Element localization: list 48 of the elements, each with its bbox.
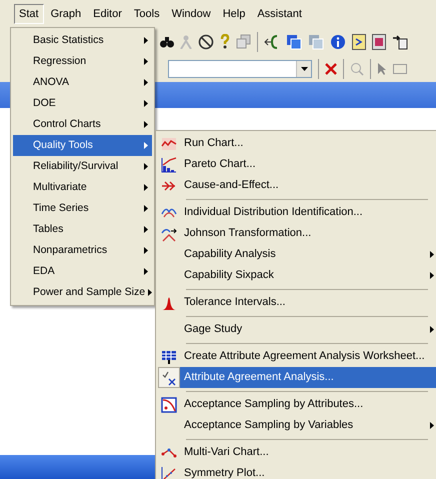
menu-item[interactable]: Multi-Vari Chart... (180, 442, 436, 463)
menu-item[interactable]: Acceptance Sampling by Variables (180, 415, 436, 436)
menu-item[interactable]: Reliability/Survival (13, 156, 152, 177)
menu-item-label: Tables (33, 222, 64, 237)
menu-item-label: Multivariate (33, 180, 87, 195)
menu-item[interactable]: Acceptance Sampling by Attributes... (180, 394, 436, 415)
menu-item-label: Control Charts (33, 116, 101, 132)
menu-item[interactable]: Capability Analysis (180, 244, 436, 265)
menu-item-label: Regression (33, 54, 86, 69)
menu-bar-item[interactable]: Tools (128, 4, 165, 24)
menu-item-label: Power and Sample Size (33, 284, 146, 300)
menu-item[interactable]: ANOVA (13, 72, 152, 93)
menu-bar-item[interactable]: Assistant (252, 4, 307, 24)
menu-item[interactable]: Quality Tools (13, 135, 152, 156)
menu-item[interactable]: Cause-and-Effect... (180, 175, 436, 196)
menu-bar-item[interactable]: Editor (88, 4, 127, 24)
menu-item[interactable]: Johnson Transformation... (180, 223, 436, 244)
menu-bar-item[interactable]: Window (166, 4, 216, 24)
menu-item[interactable]: Individual Distribution Identification... (180, 202, 436, 223)
menu-item-label: Reliability/Survival (33, 158, 118, 174)
menu-item[interactable]: Multivariate (13, 177, 152, 198)
menu-item[interactable]: Attribute Agreement Analysis... (180, 367, 436, 388)
menu-item-label: ANOVA (33, 74, 69, 90)
menu-item[interactable]: Create Attribute Agreement Analysis Worksheet... (180, 346, 436, 367)
menu-item[interactable]: EDA (13, 261, 152, 282)
menu-item[interactable]: Symmetry Plot... (180, 463, 436, 479)
menu-item[interactable]: DOE (13, 93, 152, 114)
menu-item-label: EDA (33, 264, 55, 279)
menu-bar-item[interactable]: Graph (46, 4, 86, 24)
menu-item[interactable]: Run Chart... (180, 133, 436, 154)
menu-bar-item[interactable]: Stat (14, 4, 44, 24)
menu-item[interactable]: Tolerance Intervals... (180, 292, 436, 313)
menu-bar-item[interactable]: Help (218, 4, 250, 24)
menu-item[interactable]: Time Series (13, 198, 152, 219)
menu-item-label: Quality Tools (33, 138, 93, 153)
menu-item[interactable]: Capability Sixpack (180, 265, 436, 286)
menu-item[interactable]: Control Charts (13, 114, 152, 135)
menu-item-label: DOE (33, 96, 56, 111)
menu-item[interactable]: Tables (13, 219, 152, 240)
menu-item[interactable]: Gage Study (180, 319, 436, 340)
menu-item[interactable]: Regression (13, 51, 152, 72)
menu-item[interactable]: Nonparametrics (13, 240, 152, 261)
menu-item[interactable]: Basic Statistics (13, 30, 152, 51)
menu-item[interactable]: Pareto Chart... (180, 154, 436, 175)
menu-item-label: Basic Statistics (33, 32, 104, 48)
menu-item-label: Time Series (33, 200, 89, 216)
menu-item[interactable]: Power and Sample Size (13, 282, 152, 303)
menu-item-label: Nonparametrics (33, 242, 108, 258)
